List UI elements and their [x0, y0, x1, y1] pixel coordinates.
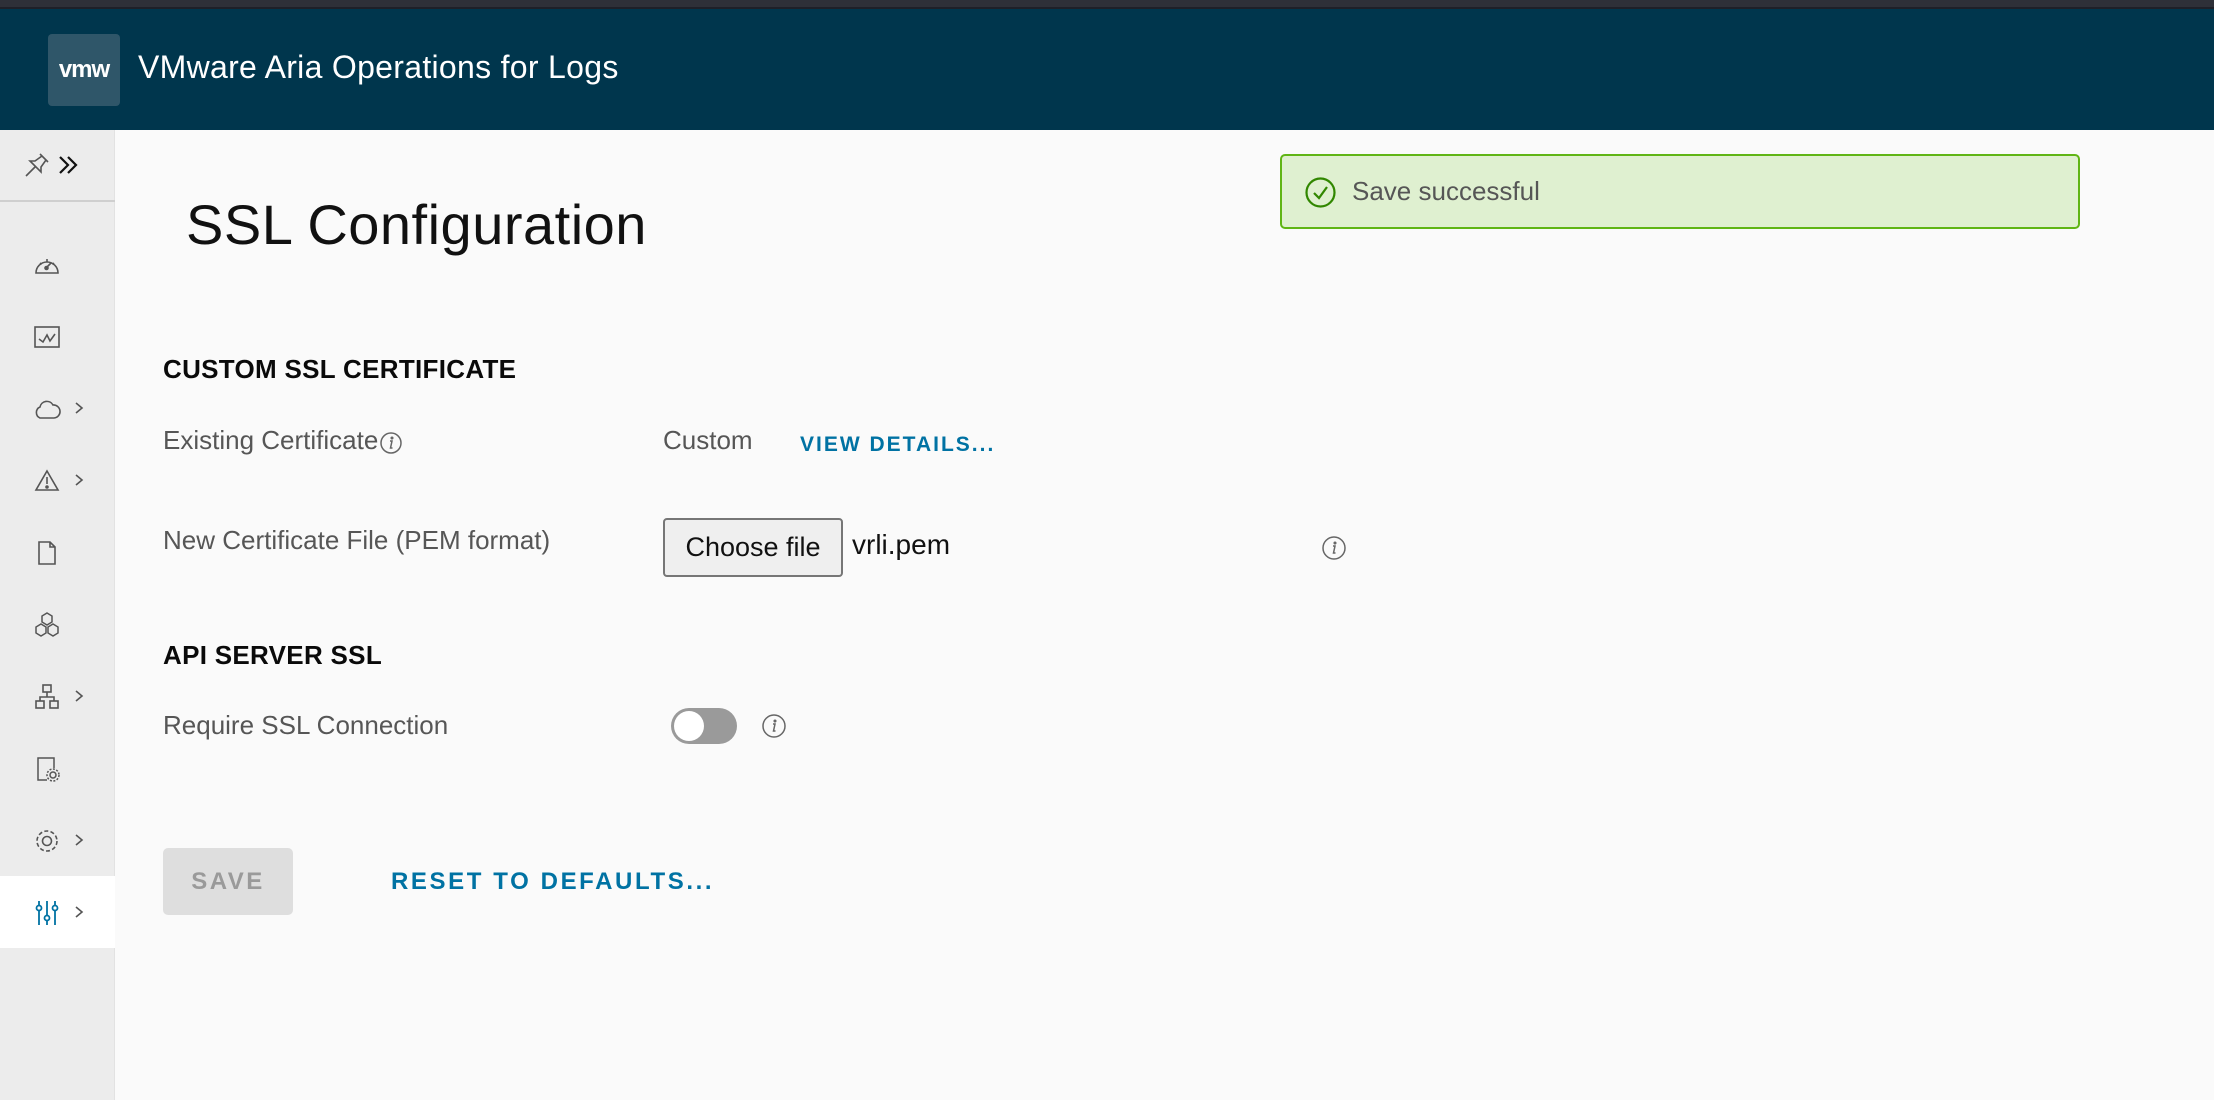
pin-icon[interactable]	[22, 150, 52, 180]
api-server-ssl-heading: API SERVER SSL	[163, 640, 383, 670]
file-settings-icon	[37, 757, 60, 782]
chevron-right-icon	[75, 690, 84, 702]
toggle-knob	[674, 711, 704, 741]
warning-icon	[34, 469, 60, 491]
success-alert: Save successful	[1280, 154, 2080, 229]
selected-file-name: vrli.pem	[852, 529, 951, 560]
line-chart-icon	[34, 326, 60, 348]
main-content: Save successful SSL Configuration CUSTOM…	[116, 130, 2214, 1100]
check-circle-icon	[1305, 177, 1336, 208]
sidebar-item-cloud[interactable]	[0, 372, 115, 444]
sidebar-item-documents[interactable]	[0, 516, 115, 588]
page-title: SSL Configuration	[186, 193, 647, 256]
view-details-link[interactable]: VIEW DETAILS...	[800, 433, 995, 457]
sidebar-item-explore-logs[interactable]	[0, 300, 115, 372]
sidebar-item-integration[interactable]	[0, 660, 115, 732]
custom-ssl-heading: CUSTOM SSL CERTIFICATE	[163, 354, 517, 384]
cloud-icon	[35, 400, 61, 419]
browser-top-strip	[0, 0, 2214, 9]
existing-certificate-row: Existing Certificate	[163, 425, 404, 456]
info-icon[interactable]	[1321, 535, 1347, 561]
choose-file-button[interactable]: Choose file	[663, 518, 843, 577]
sidebar-controls	[0, 130, 115, 202]
require-ssl-label: Require SSL Connection	[163, 710, 449, 740]
alert-message: Save successful	[1352, 176, 1540, 206]
file-icon	[38, 541, 56, 565]
sidebar-item-content-packs[interactable]	[0, 588, 115, 660]
info-icon[interactable]	[761, 713, 787, 739]
chevron-right-icon	[75, 906, 84, 918]
cubes-icon	[35, 612, 59, 637]
existing-certificate-label: Existing Certificate	[163, 425, 379, 455]
dashboard-icon	[35, 259, 59, 274]
info-icon[interactable]	[378, 429, 404, 455]
sidebar-item-configuration[interactable]	[0, 804, 115, 876]
app-title[interactable]: VMware Aria Operations for Logs	[138, 49, 619, 86]
sidebar-item-dashboards[interactable]	[0, 228, 115, 300]
reset-to-defaults-link[interactable]: RESET TO DEFAULTS...	[391, 868, 714, 896]
chevron-right-icon	[75, 474, 84, 486]
gear-icon	[36, 830, 58, 852]
double-chevron-right-icon[interactable]	[56, 152, 82, 178]
chevron-right-icon	[75, 834, 84, 846]
sidebar-nav	[0, 130, 115, 1100]
sliders-icon	[35, 901, 59, 925]
sidebar-item-settings[interactable]	[0, 876, 115, 948]
existing-certificate-value: Custom	[663, 425, 753, 455]
network-tree-icon	[35, 684, 59, 709]
vmware-logo[interactable]: vmw	[48, 34, 120, 106]
sidebar-item-log-sources[interactable]	[0, 732, 115, 804]
save-button[interactable]: SAVE	[163, 848, 293, 915]
chevron-right-icon	[75, 402, 84, 414]
require-ssl-toggle[interactable]	[671, 708, 737, 744]
new-certificate-label: New Certificate File (PEM format)	[163, 525, 551, 555]
app-header: vmw VMware Aria Operations for Logs	[0, 9, 2214, 130]
sidebar-item-alerts[interactable]	[0, 444, 115, 516]
